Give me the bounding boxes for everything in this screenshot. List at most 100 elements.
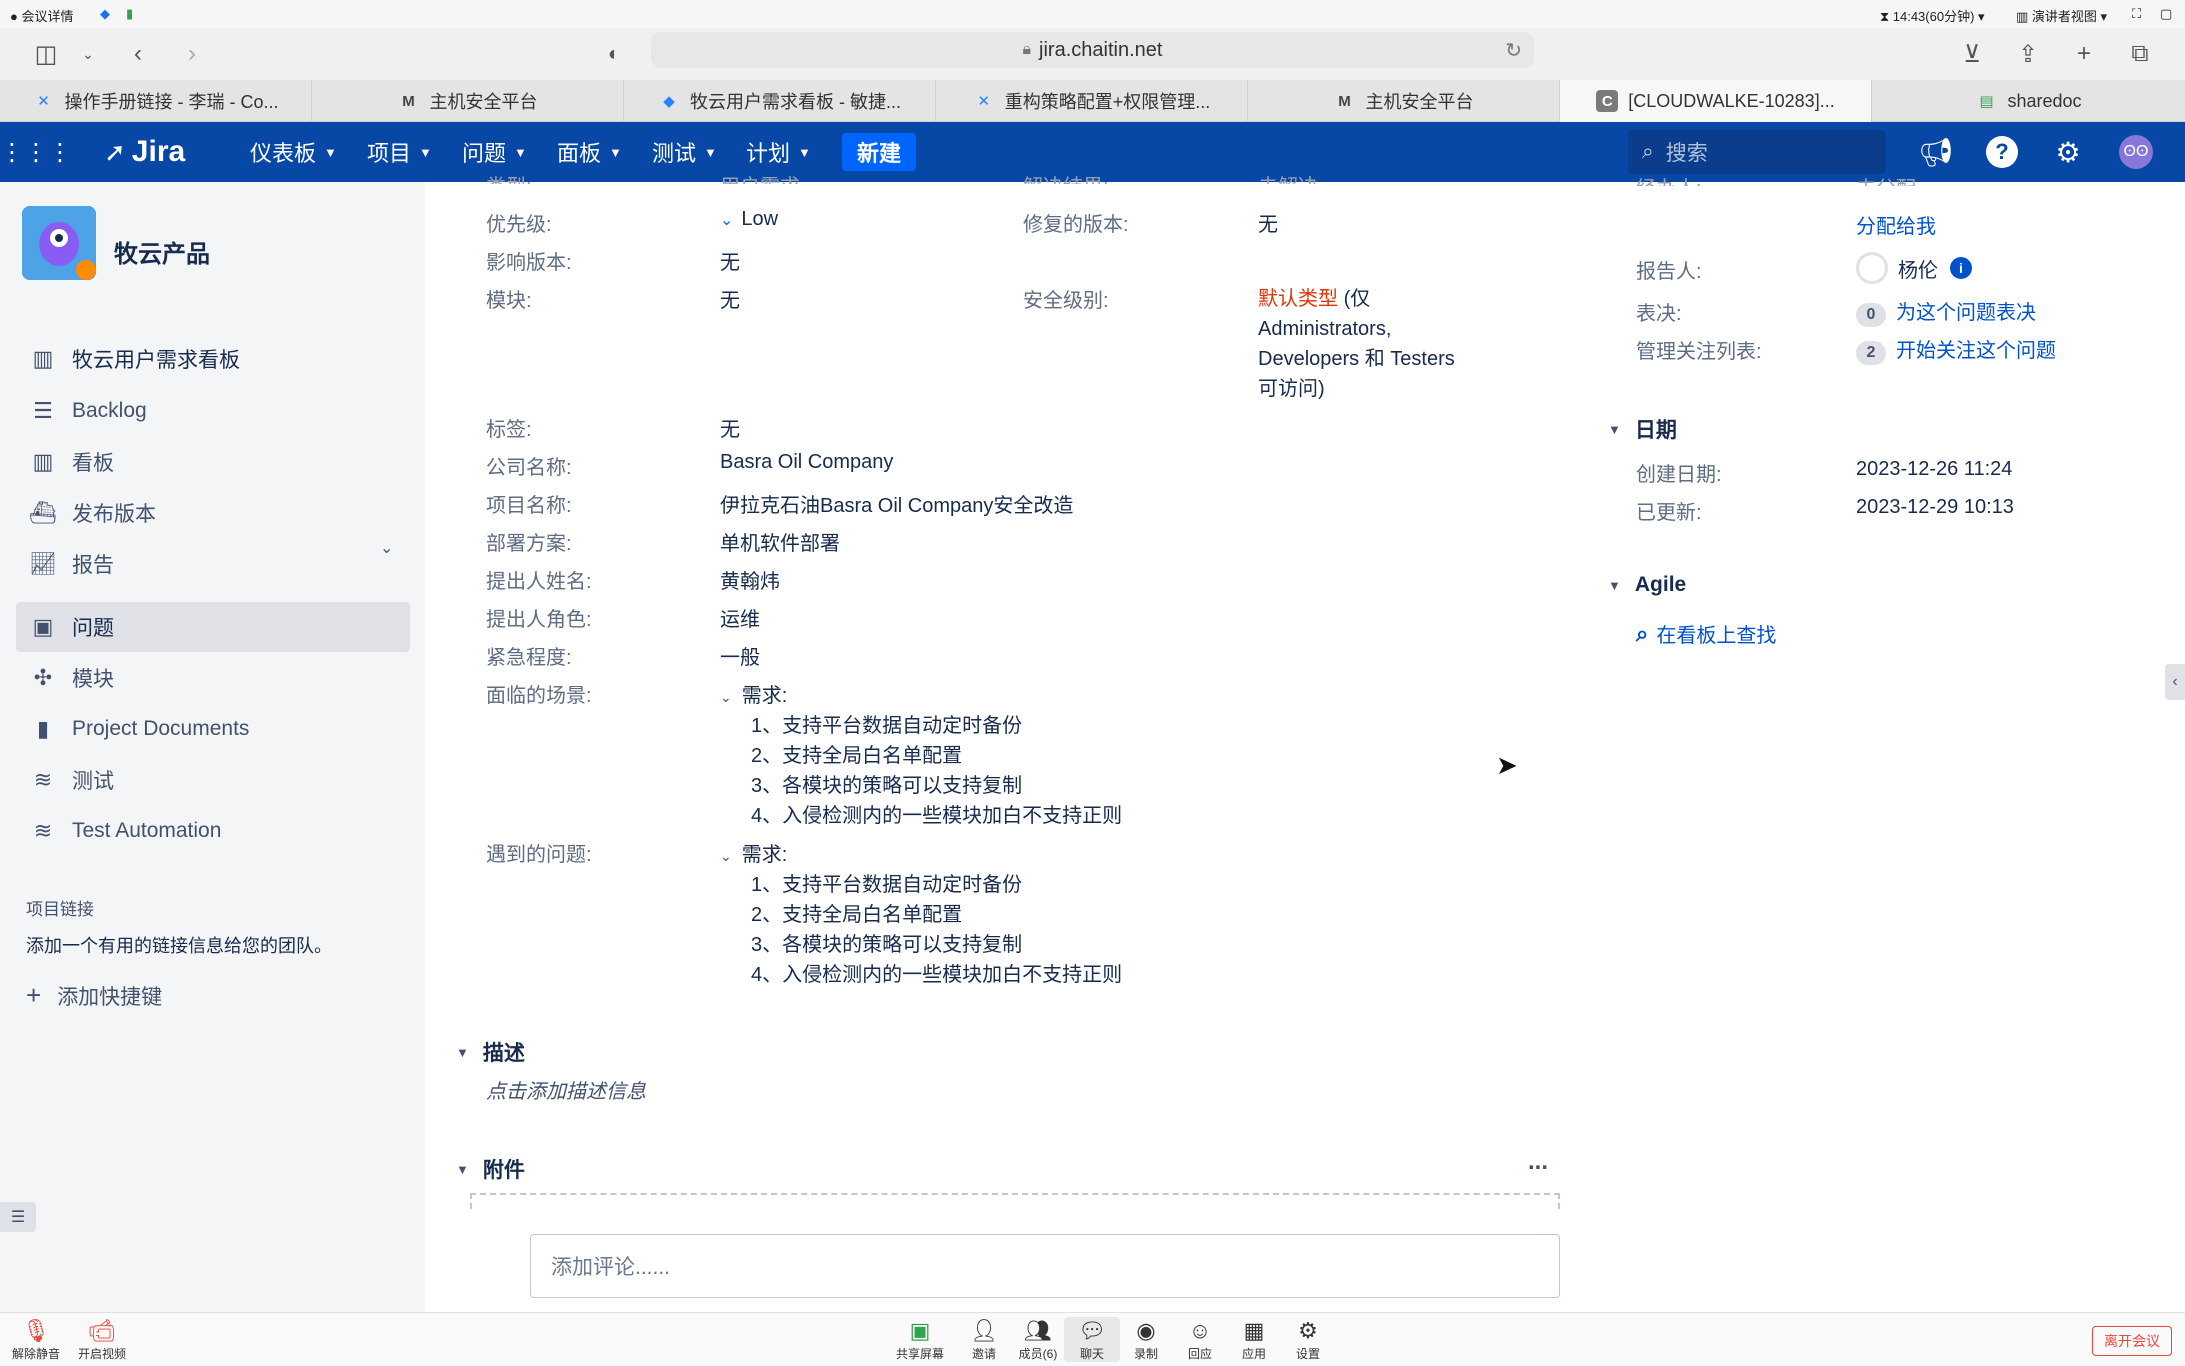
- sidebar-menu-chevron-icon[interactable]: ⌄: [72, 38, 104, 70]
- invite-button[interactable]: 👤︎ 邀请: [956, 1317, 1012, 1362]
- jira-logo[interactable]: ➚ Jira: [104, 122, 185, 182]
- dates-section-toggle[interactable]: ▼ 日期: [1608, 414, 1677, 444]
- settings-gear-icon[interactable]: ⚙: [2048, 132, 2088, 172]
- problem-expander[interactable]: ⌄ 需求:: [720, 838, 787, 867]
- tab-manual-links[interactable]: ✕ 操作手册链接 - 李瑞 - Co...: [0, 80, 312, 122]
- project-avatar[interactable]: [22, 206, 96, 280]
- address-bar[interactable]: 🔒︎ jira.chaitin.net ↻: [651, 32, 1534, 68]
- tab-muyun-board[interactable]: ◆ 牧云用户需求看板 - 敏捷...: [624, 80, 936, 122]
- sidebar-item-test-automation[interactable]: ≋ Test Automation: [16, 806, 410, 856]
- field-value-urgency[interactable]: 一般: [720, 641, 760, 670]
- field-value-fix-version[interactable]: 无: [1258, 208, 1278, 237]
- field-value-submitter[interactable]: 黄翰炜: [720, 565, 780, 594]
- sidebar-item-releases[interactable]: ⛴ 发布版本: [16, 488, 410, 538]
- field-value-deployment[interactable]: 单机软件部署: [720, 527, 840, 556]
- reload-icon[interactable]: ↻: [1505, 38, 1522, 63]
- back-icon[interactable]: ‹: [122, 38, 154, 70]
- field-value-project-name[interactable]: 伊拉克石油Basra Oil Company安全改造: [720, 489, 1073, 518]
- section-title: 描述: [482, 1042, 525, 1065]
- chat-button[interactable]: 💬︎ 聊天: [1064, 1317, 1120, 1362]
- watch-link[interactable]: 开始关注这个问题: [1896, 340, 2056, 362]
- find-on-board-link[interactable]: ⌕ 在看板上查找: [1636, 619, 1776, 648]
- sidebar-item-board[interactable]: ▥ 看板: [16, 437, 410, 487]
- tab-cloudwalke-issue[interactable]: C [CLOUDWALKE-10283]...: [1560, 80, 1872, 122]
- window-icon[interactable]: ▢: [2160, 6, 2172, 22]
- sidebar-item-reports[interactable]: 📈︎ 报告: [16, 539, 410, 589]
- fullscreen-icon[interactable]: ⛶: [2132, 6, 2141, 22]
- start-video-button[interactable]: 📹︎ 开启视频: [74, 1317, 130, 1362]
- meeting-details-menu[interactable]: ● 会议详情: [10, 6, 73, 25]
- people-value-reporter[interactable]: 杨伦 i: [1856, 252, 1972, 284]
- field-value-labels[interactable]: 无: [720, 413, 740, 442]
- announcement-icon[interactable]: 📢︎: [1916, 132, 1956, 172]
- menu-boards[interactable]: 面板 ▼: [557, 122, 622, 182]
- sidebar-item-tests[interactable]: ≋ 测试: [16, 755, 410, 805]
- field-value-priority[interactable]: ⌄ Low: [720, 208, 778, 231]
- user-avatar[interactable]: ʘʘ: [2116, 132, 2156, 172]
- field-value-role[interactable]: 运维: [720, 603, 760, 632]
- sidebar-item-project-documents[interactable]: ▮ Project Documents: [16, 704, 410, 754]
- tab-policy-refactor[interactable]: ✕ 重构策略配置+权限管理...: [936, 80, 1248, 122]
- sidebar-item-label: 问题: [72, 617, 114, 640]
- field-value-security[interactable]: 默认类型 (仅 Administrators, Developers 和 Tes…: [1258, 284, 1455, 404]
- sidebar-item-issues[interactable]: ▣ 问题: [16, 602, 410, 652]
- apps-button[interactable]: ▦ 应用: [1226, 1317, 1282, 1362]
- field-value-component[interactable]: 无: [720, 284, 740, 313]
- meeting-timer[interactable]: ⧗ 14:43(60分钟) ▾: [1880, 6, 1985, 25]
- field-value-affects-version[interactable]: 无: [720, 246, 740, 275]
- sidebar-item-components[interactable]: ✣ 模块: [16, 653, 410, 703]
- tab-host-security-2[interactable]: M 主机安全平台: [1248, 80, 1560, 122]
- description-section-toggle[interactable]: ▼ 描述: [456, 1037, 525, 1067]
- attachments-section-toggle[interactable]: ▼ 附件: [456, 1154, 525, 1184]
- privacy-shield-icon[interactable]: ◐: [598, 38, 630, 70]
- record-button[interactable]: ◉ 录制: [1118, 1317, 1174, 1362]
- tab-host-security-1[interactable]: M 主机安全平台: [312, 80, 624, 122]
- issues-icon: ▣: [32, 614, 54, 639]
- scenario-heading: 需求:: [741, 685, 788, 707]
- search-input[interactable]: ⌕ 搜索: [1628, 130, 1886, 174]
- sidebar-item-label: Backlog: [72, 399, 147, 422]
- leave-meeting-button[interactable]: 离开会议: [2092, 1326, 2172, 1356]
- attachment-drop-zone[interactable]: [470, 1193, 1560, 1209]
- ship-icon: ⛴: [29, 500, 57, 525]
- agile-section-toggle[interactable]: ▼ Agile: [1608, 573, 1686, 597]
- scenario-expander[interactable]: ⌄ 需求:: [720, 679, 787, 708]
- attachments-more-button[interactable]: ...: [1528, 1148, 1548, 1176]
- board-switcher[interactable]: ▥ 牧云用户需求看板: [16, 334, 410, 384]
- menu-tests[interactable]: 测试 ▼: [652, 122, 717, 182]
- sidebar-item-backlog[interactable]: ☰ Backlog: [16, 386, 410, 436]
- add-shortcut-button[interactable]: + 添加快捷键: [26, 980, 162, 1011]
- help-icon[interactable]: ?: [1982, 132, 2022, 172]
- new-tab-icon[interactable]: +: [2068, 38, 2100, 70]
- download-icon[interactable]: ⊻: [1956, 38, 1988, 70]
- tab-sharedoc[interactable]: ▤ sharedoc: [1872, 80, 2185, 122]
- info-icon[interactable]: i: [1950, 257, 1972, 279]
- reactions-button[interactable]: ☺ 回应: [1172, 1317, 1228, 1362]
- field-value-company[interactable]: Basra Oil Company: [720, 451, 893, 474]
- members-icon: 👥︎: [1024, 1318, 1052, 1343]
- assign-to-me-link[interactable]: 分配给我: [1856, 210, 1936, 239]
- right-panel-collapse-button[interactable]: ‹: [2165, 664, 2185, 700]
- forward-icon[interactable]: ›: [176, 38, 208, 70]
- presenter-view-menu[interactable]: ▥ 演讲者视图 ▾: [2016, 6, 2107, 25]
- menu-projects[interactable]: 项目 ▼: [367, 122, 432, 182]
- board-name: 牧云用户需求看板: [72, 349, 240, 372]
- sidebar-toggle-icon[interactable]: ◫: [30, 38, 62, 70]
- votes-count-badge: 0: [1856, 303, 1886, 327]
- project-name[interactable]: 牧云产品: [114, 234, 210, 269]
- app-switcher-icon[interactable]: ⋮⋮⋮: [0, 132, 72, 172]
- menu-label: 计划: [746, 141, 791, 166]
- settings-button[interactable]: ⚙ 设置: [1280, 1317, 1336, 1362]
- unmute-button[interactable]: 🎙︎ 解除静音: [8, 1317, 64, 1362]
- vote-link[interactable]: 为这个问题表决: [1896, 302, 2036, 324]
- tab-overview-icon[interactable]: ⧉: [2124, 38, 2156, 70]
- create-button[interactable]: 新建: [842, 133, 916, 171]
- description-placeholder[interactable]: 点击添加描述信息: [486, 1075, 646, 1104]
- sidebar-collapse-button[interactable]: ☰: [0, 1202, 36, 1232]
- field-label-urgency: 紧急程度:: [486, 647, 572, 669]
- share-icon[interactable]: ⇪: [2012, 38, 2044, 70]
- share-screen-button[interactable]: ▣ 共享屏幕: [892, 1317, 948, 1362]
- members-button[interactable]: 👥︎ 成员(6): [1010, 1317, 1066, 1362]
- add-comment-input[interactable]: 添加评论......: [530, 1234, 1560, 1298]
- menu-dashboards[interactable]: 仪表板 ▼: [250, 122, 337, 182]
